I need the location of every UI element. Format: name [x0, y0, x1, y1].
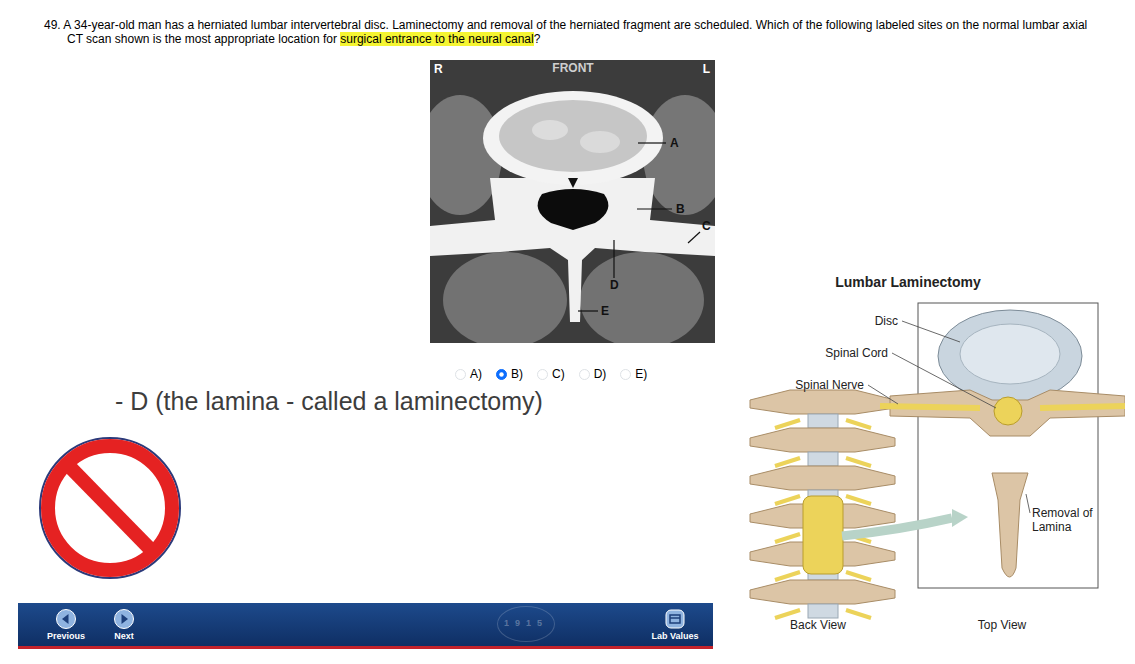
- question-highlight: surgical entrance to the neural canal: [340, 32, 533, 46]
- next-button[interactable]: Next: [99, 609, 149, 642]
- ct-label: B: [676, 202, 685, 216]
- main-area: R FRONT L A B C DE A) B) C) D) E) - D (the lamina …: [0, 60, 1135, 649]
- previous-icon: [56, 609, 76, 629]
- answer-radio[interactable]: [455, 369, 466, 380]
- question-body: A 34-year-old man has a herniated lumbar…: [63, 18, 1087, 46]
- answer-option[interactable]: B): [496, 365, 523, 383]
- illustration-title: Lumbar Laminectomy: [835, 274, 981, 290]
- answer-option[interactable]: A): [455, 365, 482, 383]
- label-text: Next: [114, 631, 134, 642]
- option-label: E): [635, 365, 647, 383]
- question-number: 49.: [44, 18, 61, 32]
- navigation-bar: Previous Next 1915 Lab Values: [18, 603, 713, 649]
- question-pane: R FRONT L A B C DE A) B) C) D) E) - D (the lamina …: [0, 60, 718, 649]
- orientation-front: FRONT: [552, 61, 594, 75]
- spinal-nerve-label: Spinal Nerve: [795, 378, 864, 392]
- answer-options: A) B) C) D) E): [455, 365, 718, 383]
- spinal-cord-label: Spinal Cord: [825, 346, 888, 360]
- disc-label: Disc: [875, 314, 898, 328]
- option-label: A): [470, 365, 482, 383]
- previous-button[interactable]: Previous: [41, 609, 91, 642]
- orientation-right: R: [434, 62, 443, 76]
- label-text: Lab Values: [651, 631, 698, 642]
- prohibition-icon: [35, 430, 185, 585]
- option-label: C): [552, 365, 565, 383]
- lab-values-button[interactable]: Lab Values: [647, 609, 703, 642]
- back-view-label: Back View: [790, 618, 846, 632]
- annotation-text: - D (the lamina - called a laminectomy): [0, 386, 718, 416]
- option-label: B): [511, 365, 523, 383]
- answer-option[interactable]: D): [579, 365, 607, 383]
- top-view-label: Top View: [978, 618, 1027, 632]
- option-label: D): [594, 365, 607, 383]
- orientation-left: L: [703, 62, 710, 76]
- laminectomy-illustration: Lumbar Laminectomy Disc Spinal Cord Spinal …: [730, 268, 1125, 649]
- answer-radio[interactable]: [537, 369, 548, 380]
- ct-scan: R FRONT L A B C DE: [430, 60, 715, 343]
- ct-label: A: [670, 136, 679, 150]
- label-text: Previous: [47, 631, 85, 642]
- answer-radio[interactable]: [579, 369, 590, 380]
- ct-label: E: [601, 304, 609, 318]
- ct-label: C: [702, 219, 711, 233]
- question-end: ?: [534, 32, 541, 46]
- next-icon: [114, 609, 134, 629]
- answer-radio[interactable]: [620, 369, 631, 380]
- answer-radio[interactable]: [496, 369, 507, 380]
- ct-label: D: [610, 278, 619, 292]
- answer-option[interactable]: C): [537, 365, 565, 383]
- question-text: 49. A 34-year-old man has a herniated lu…: [0, 0, 1135, 46]
- lab-values-icon: [665, 609, 685, 629]
- answer-option[interactable]: E): [620, 365, 647, 383]
- seal-logo: 1915: [497, 606, 555, 642]
- removal-label: Removal of Lamina: [1032, 506, 1096, 534]
